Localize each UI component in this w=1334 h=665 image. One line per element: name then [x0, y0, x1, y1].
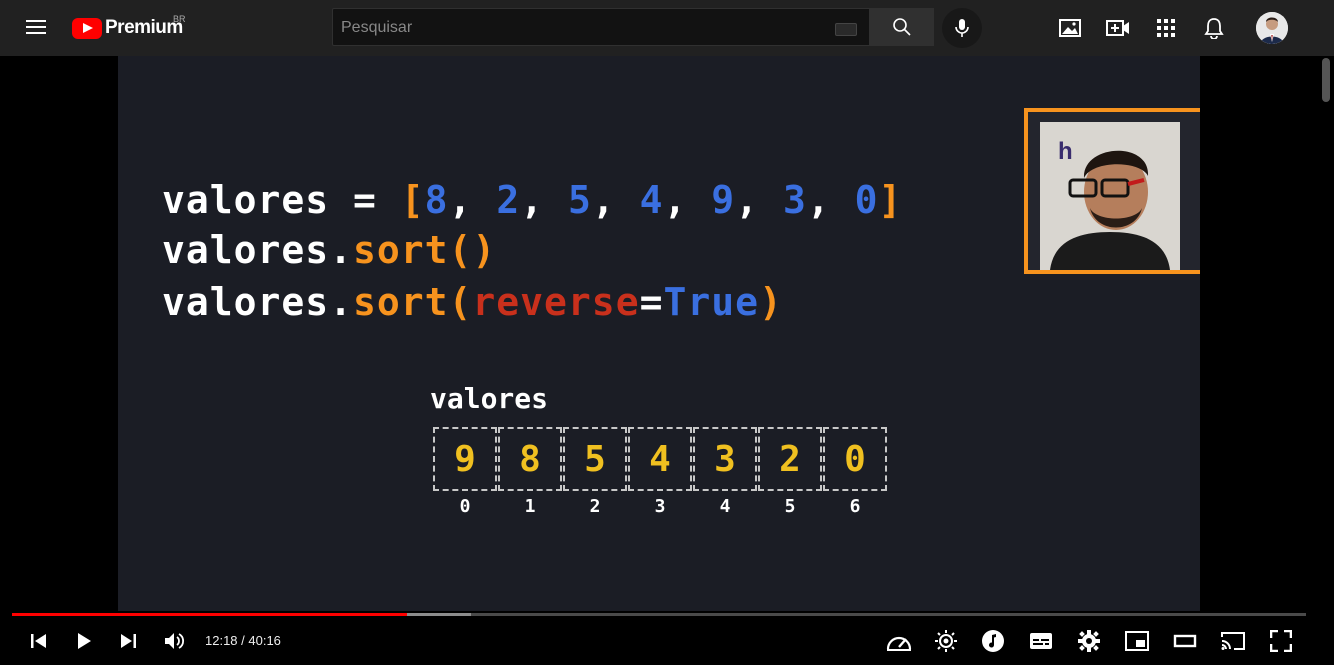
presenter-webcam: h	[1024, 108, 1200, 274]
code-token: [	[400, 178, 425, 222]
youtube-logo[interactable]: Premium BR	[72, 14, 186, 40]
next-button[interactable]	[115, 628, 141, 654]
country-code: BR	[173, 14, 186, 24]
array-index: 6	[849, 496, 861, 517]
array-index: 4	[719, 496, 731, 517]
create-video-icon[interactable]	[1104, 14, 1132, 42]
array-index: 0	[459, 496, 471, 517]
array-cell: 3	[693, 427, 757, 491]
code-token: ,	[735, 178, 783, 222]
sun-icon	[935, 630, 957, 652]
fullscreen-icon	[1270, 630, 1292, 652]
next-icon	[121, 634, 136, 648]
code-line-1: valores = [8, 2, 5, 4, 9, 3, 0]	[162, 178, 902, 222]
array-index: 3	[654, 496, 666, 517]
search-button[interactable]	[870, 8, 934, 46]
miniplayer-icon	[1125, 631, 1149, 651]
progress-played	[12, 613, 407, 616]
code-token: ,	[663, 178, 712, 222]
subtitles-button[interactable]	[1028, 628, 1054, 654]
code-token: ,	[591, 178, 640, 222]
code-line-3: valores.sort(reverse=True)	[162, 280, 783, 324]
code-token: valores.	[162, 280, 354, 324]
hamburger-menu-icon[interactable]	[22, 16, 50, 40]
code-token: =	[639, 280, 664, 324]
array-index: 1	[524, 496, 536, 517]
previous-button[interactable]	[26, 628, 52, 654]
subtitles-icon	[1030, 633, 1052, 649]
code-token: sort()	[353, 228, 497, 272]
array-indices: 0 1 2 3 4 5 6	[433, 496, 888, 517]
apps-grid-icon[interactable]	[1152, 14, 1180, 42]
video-frame[interactable]: valores = [8, 2, 5, 4, 9, 3, 0] valores.…	[118, 56, 1200, 611]
progress-bar[interactable]	[12, 613, 1306, 616]
top-bar: Premium BR	[0, 0, 1334, 56]
code-token: sort(	[353, 280, 473, 324]
play-icon	[78, 633, 91, 649]
code-token: ,	[520, 178, 568, 222]
code-token: ]	[878, 178, 903, 222]
playback-speed-button[interactable]	[884, 628, 914, 654]
array-label: valores	[430, 382, 549, 415]
time-display: 12:18 / 40:16	[205, 633, 281, 648]
youtube-play-icon	[72, 17, 102, 39]
code-token: 4	[639, 178, 664, 222]
code-token: True	[663, 280, 759, 324]
code-token: ,	[448, 178, 497, 222]
search-box	[332, 8, 870, 46]
array-cell: 4	[628, 427, 692, 491]
speedometer-icon	[886, 636, 912, 651]
search-icon	[893, 18, 911, 36]
music-note-icon	[982, 630, 1004, 652]
presenter-image: h	[1040, 122, 1180, 270]
array-cells: 9854320	[433, 427, 888, 491]
settings-button[interactable]	[1076, 628, 1102, 654]
miniplayer-button[interactable]	[1124, 628, 1150, 654]
keyboard-icon[interactable]	[835, 23, 857, 36]
brand-text: Premium	[105, 17, 183, 38]
code-token: ,	[806, 178, 855, 222]
array-cell: 8	[498, 427, 562, 491]
theater-mode-icon	[1173, 634, 1197, 648]
code-line-2: valores.sort()	[162, 228, 496, 272]
code-token: 3	[782, 178, 807, 222]
fullscreen-button[interactable]	[1268, 628, 1294, 654]
array-cell: 2	[758, 427, 822, 491]
array-cell: 5	[563, 427, 627, 491]
array-index: 5	[784, 496, 796, 517]
cast-button[interactable]	[1220, 628, 1246, 654]
ambient-mode-button[interactable]	[933, 628, 959, 654]
microphone-icon	[955, 19, 969, 37]
volume-icon	[165, 633, 185, 649]
code-token: valores =	[162, 178, 401, 222]
volume-button[interactable]	[161, 628, 187, 654]
code-token: 8	[424, 178, 449, 222]
array-cell: 0	[823, 427, 887, 491]
code-token: )	[758, 280, 783, 324]
image-icon[interactable]	[1056, 14, 1084, 42]
music-button[interactable]	[980, 628, 1006, 654]
code-token: 5	[567, 178, 592, 222]
page-scrollbar[interactable]	[1322, 58, 1330, 102]
array-index: 2	[589, 496, 601, 517]
gear-icon	[1078, 630, 1100, 652]
play-button[interactable]	[71, 628, 97, 654]
code-token: valores.	[162, 228, 354, 272]
voice-search-button[interactable]	[942, 8, 982, 48]
previous-icon	[31, 634, 46, 648]
theater-mode-button[interactable]	[1172, 628, 1198, 654]
code-token: 9	[711, 178, 736, 222]
code-token: 0	[854, 178, 879, 222]
notifications-bell-icon[interactable]	[1200, 14, 1228, 42]
code-token: 2	[496, 178, 521, 222]
cast-icon	[1221, 632, 1245, 650]
search-input[interactable]	[339, 18, 823, 38]
array-cell: 9	[433, 427, 497, 491]
code-token: reverse	[472, 280, 640, 324]
avatar[interactable]	[1256, 12, 1288, 44]
